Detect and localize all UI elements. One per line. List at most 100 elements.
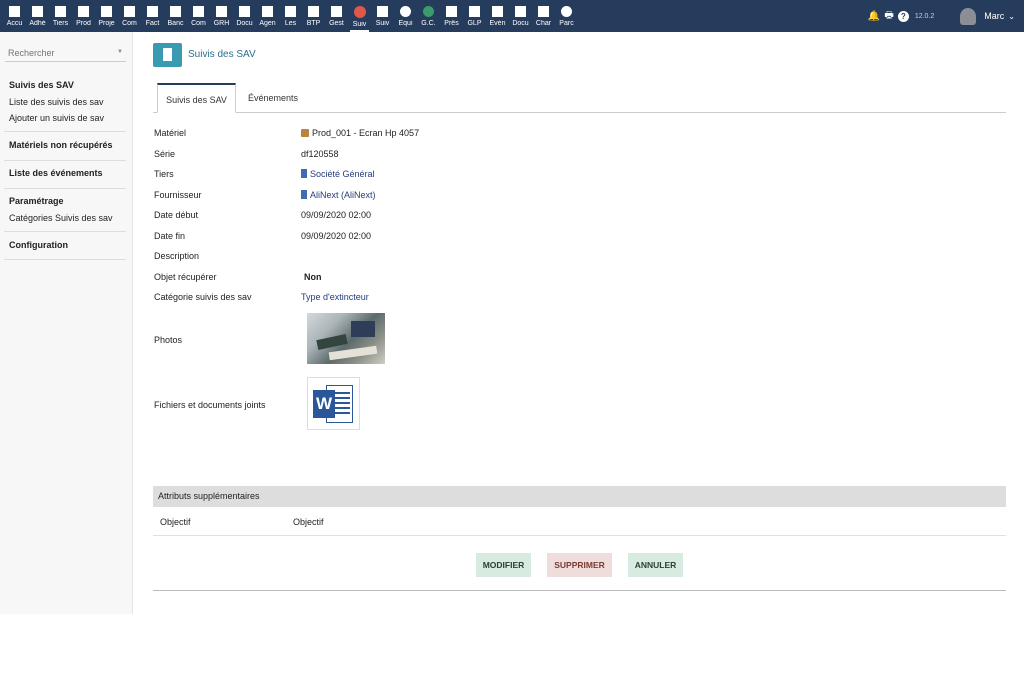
bell-icon[interactable]: 🔔	[868, 11, 880, 22]
hr-icon	[216, 6, 227, 17]
field-value-date-debut: 09/09/2020 02:00	[301, 210, 372, 220]
sidebar-section-materials[interactable]: Matériels non récupérés	[9, 140, 113, 150]
tab-suivis-sav[interactable]: Suivis des SAV	[157, 83, 236, 113]
chevron-down-icon[interactable]: ⌄	[1008, 12, 1015, 21]
field-label-description: Description	[154, 251, 200, 261]
topmenu-item[interactable]: Com	[187, 3, 210, 32]
topmenu-item-label: Prod	[76, 20, 91, 27]
sidebar-search: ▼	[5, 44, 126, 62]
topmenu-item-label: Les	[284, 20, 297, 27]
topmenu-item[interactable]: Prês	[440, 3, 463, 32]
field-value-categorie[interactable]: Type d'extincteur	[301, 292, 369, 302]
globe-icon	[423, 6, 434, 17]
field-value-objet: Non	[304, 272, 322, 282]
field-label-objet: Objet récupérer	[154, 272, 217, 282]
topmenu-item-label: Suiv	[375, 20, 390, 27]
glp-icon	[469, 6, 480, 17]
modify-button[interactable]: MODIFIER	[476, 553, 531, 577]
topmenu-item[interactable]: Proje	[95, 3, 118, 32]
topmenu-item[interactable]: Gest	[325, 3, 348, 32]
topmenu-item-label: Gest	[329, 20, 344, 27]
bottom-divider	[153, 590, 1006, 591]
sidebar-link-list[interactable]: Liste des suivis des sav	[9, 97, 104, 107]
field-value-fournisseur[interactable]: AliNext (AliNext)	[301, 190, 376, 200]
photo-thumbnail[interactable]	[307, 313, 385, 364]
delete-button[interactable]: SUPPRIMER	[547, 553, 612, 577]
top-navbar: Accu Adhé Tiers Prod Proje Com Fact Banc Com GRH D…	[0, 0, 1024, 32]
topmenu-item[interactable]: GRH	[210, 3, 233, 32]
topmenu-item[interactable]: Suiv	[371, 3, 394, 32]
left-sidebar: ▼ Suivis des SAV Liste des suivis des sa…	[0, 32, 133, 614]
topmenu-item[interactable]: BTP	[302, 3, 325, 32]
gest-icon	[331, 6, 342, 17]
tab-evenements[interactable]: Événements	[248, 83, 298, 113]
building-icon	[55, 6, 66, 17]
topmenu-item-label: Suiv	[352, 21, 367, 28]
help-icon[interactable]: ?	[897, 10, 909, 22]
topmenu-item-label: Docu	[512, 20, 529, 27]
print-icon[interactable]: 🖶	[884, 8, 893, 25]
topmenu-item[interactable]: Tiers	[49, 3, 72, 32]
fournisseur-link[interactable]: AliNext (AliNext)	[310, 190, 376, 200]
field-value-tiers[interactable]: Société Général	[301, 169, 375, 179]
topmenu-item[interactable]: Banc	[164, 3, 187, 32]
topmenu-item[interactable]: Com	[118, 3, 141, 32]
sidebar-section-sav[interactable]: Suivis des SAV	[9, 80, 74, 90]
topmenu-item-label: GRH	[213, 20, 230, 27]
sidebar-divider	[4, 160, 126, 161]
users-icon	[32, 6, 43, 17]
sidebar-link-add[interactable]: Ajouter un suivis de sav	[9, 113, 104, 123]
top-right-area: 🔔 🖶 ? 12.0.2 Marc ⌄	[866, 0, 1024, 32]
topmenu-item-label: GLP	[467, 20, 482, 27]
search-input[interactable]	[5, 44, 110, 61]
calendar-icon	[262, 6, 273, 17]
sidebar-link-categories[interactable]: Catégories Suivis des sav	[9, 213, 113, 223]
park-icon	[561, 6, 572, 17]
user-name[interactable]: Marc	[984, 11, 1004, 21]
sidebar-section-events[interactable]: Liste des événements	[9, 168, 103, 178]
company-icon	[301, 169, 307, 178]
topmenu-item[interactable]: Suiv	[348, 3, 371, 32]
materiel-link[interactable]: Prod_001 - Ecran Hp 4057	[312, 128, 419, 138]
field-value-materiel[interactable]: Prod_001 - Ecran Hp 4057	[301, 128, 419, 138]
cancel-button[interactable]: ANNULER	[628, 553, 683, 577]
topmenu-item[interactable]: Équi	[394, 3, 417, 32]
sidebar-divider	[4, 188, 126, 189]
topmenu-item[interactable]: Accu	[3, 3, 26, 32]
page-document-icon	[153, 43, 182, 67]
chart-icon	[538, 6, 549, 17]
topmenu-item[interactable]: Parc	[555, 3, 578, 32]
sitemap-icon	[101, 6, 112, 17]
loan-icon	[446, 6, 457, 17]
tiers-link[interactable]: Société Général	[310, 169, 375, 179]
topmenu-item[interactable]: Fact	[141, 3, 164, 32]
field-value-date-fin: 09/09/2020 02:00	[301, 231, 372, 241]
topmenu-item-label: Tiers	[52, 20, 69, 27]
topmenu-item[interactable]: Adhé	[26, 3, 49, 32]
topmenu-item[interactable]: Agen	[256, 3, 279, 32]
sidebar-section-config[interactable]: Configuration	[9, 240, 68, 250]
sidebar-divider	[4, 259, 126, 260]
field-label-materiel: Matériel	[154, 128, 187, 138]
topmenu-item[interactable]: Docu	[509, 3, 532, 32]
topmenu-item-label: Banc	[167, 20, 184, 27]
sidebar-section-settings[interactable]: Paramétrage	[9, 196, 64, 206]
user-avatar[interactable]	[960, 7, 977, 25]
document-icon	[515, 6, 526, 17]
sidebar-divider	[4, 231, 126, 232]
topmenu-item-label: Accu	[6, 20, 23, 27]
topmenu-item[interactable]: Les	[279, 3, 302, 32]
word-document-icon[interactable]: W	[307, 377, 360, 430]
topmenu-item[interactable]: G.C.	[417, 3, 440, 32]
topmenu-item[interactable]: GLP	[463, 3, 486, 32]
word-letter: W	[313, 390, 335, 418]
topmenu-item[interactable]: Évén	[486, 3, 509, 32]
equipment-icon	[400, 6, 411, 17]
btp-icon	[308, 6, 319, 17]
top-menu: Accu Adhé Tiers Prod Proje Com Fact Banc Com GRH D…	[3, 3, 578, 32]
topmenu-item[interactable]: Char	[532, 3, 555, 32]
dropdown-icon[interactable]: ▼	[117, 49, 123, 55]
topmenu-item[interactable]: Prod	[72, 3, 95, 32]
topmenu-item[interactable]: Docu	[233, 3, 256, 32]
briefcase-icon	[124, 6, 135, 17]
